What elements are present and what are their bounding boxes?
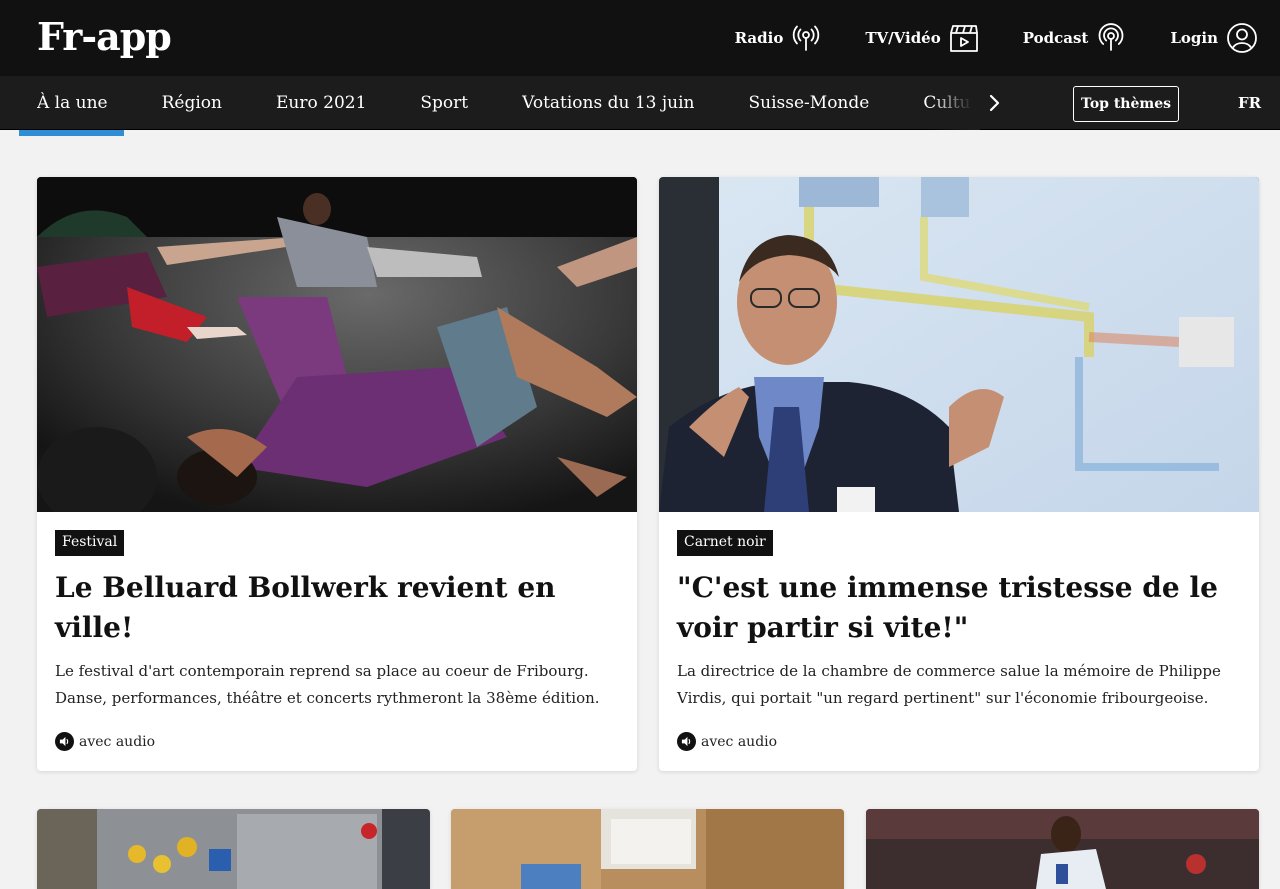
video-icon xyxy=(949,23,979,53)
audio-label: avec audio xyxy=(701,733,778,750)
header-links: Radio TV/Vidéo Podcast Login xyxy=(691,18,1258,58)
chevron-right-icon xyxy=(989,94,1000,112)
radio-label: Radio xyxy=(734,29,784,47)
article-title[interactable]: Le Belluard Bollwerk revient en ville! xyxy=(55,568,619,648)
speaker-icon xyxy=(677,732,696,751)
nav-item-region[interactable]: Région xyxy=(162,93,222,113)
audio-indicator: avec audio xyxy=(677,732,777,751)
nav-items: À la une Région Euro 2021 Sport Votation… xyxy=(37,76,977,130)
top-header: Fr-app Radio TV/Vidéo Podcast Login xyxy=(0,0,1280,76)
site-logo[interactable]: Fr-app xyxy=(37,12,172,62)
nav-item-sport[interactable]: Sport xyxy=(420,93,468,113)
nav-item-euro-2021[interactable]: Euro 2021 xyxy=(276,93,366,113)
nav-item-a-la-une[interactable]: À la une xyxy=(37,93,108,113)
nav-item-culture[interactable]: Culture xyxy=(923,93,977,113)
nav-active-indicator xyxy=(19,130,124,136)
nav-scroll-right-button[interactable] xyxy=(984,91,1004,115)
article-card[interactable]: Carnet noir "C'est une immense tristesse… xyxy=(659,177,1259,771)
audio-indicator: avec audio xyxy=(55,732,155,751)
podcast-icon xyxy=(1096,23,1126,53)
top-themes-button[interactable]: Top thèmes xyxy=(1073,86,1179,122)
radio-icon xyxy=(791,23,821,53)
article-card-preview[interactable] xyxy=(451,809,844,889)
article-image xyxy=(866,809,1259,889)
article-image xyxy=(37,809,430,889)
nav-item-suisse-monde[interactable]: Suisse-Monde xyxy=(749,93,870,113)
article-body: Festival Le Belluard Bollwerk revient en… xyxy=(55,530,619,712)
nav-item-votations[interactable]: Votations du 13 juin xyxy=(522,93,694,113)
article-tag[interactable]: Festival xyxy=(55,530,125,556)
article-card-preview[interactable] xyxy=(37,809,430,889)
article-card-preview[interactable] xyxy=(866,809,1259,889)
article-card[interactable]: Festival Le Belluard Bollwerk revient en… xyxy=(37,177,637,771)
podcast-label: Podcast xyxy=(1022,29,1089,47)
article-description: Le festival d'art contemporain reprend s… xyxy=(55,662,600,707)
login-label: Login xyxy=(1170,29,1218,47)
article-image xyxy=(37,177,637,512)
language-switch[interactable]: FR xyxy=(1238,94,1261,112)
tv-video-link[interactable]: TV/Vidéo xyxy=(865,23,978,53)
login-link[interactable]: Login xyxy=(1170,22,1258,54)
user-icon xyxy=(1226,22,1258,54)
speaker-icon xyxy=(55,732,74,751)
audio-label: avec audio xyxy=(79,733,156,750)
article-image xyxy=(659,177,1259,512)
article-body: Carnet noir "C'est une immense tristesse… xyxy=(677,530,1241,712)
podcast-link[interactable]: Podcast xyxy=(1023,23,1127,53)
radio-link[interactable]: Radio xyxy=(735,23,822,53)
article-image xyxy=(451,809,844,889)
article-title[interactable]: "C'est une immense tristesse de le voir … xyxy=(677,568,1241,648)
article-description: La directrice de la chambre de commerce … xyxy=(677,662,1221,707)
article-tag[interactable]: Carnet noir xyxy=(677,530,773,556)
tv-video-label: TV/Vidéo xyxy=(865,29,941,47)
